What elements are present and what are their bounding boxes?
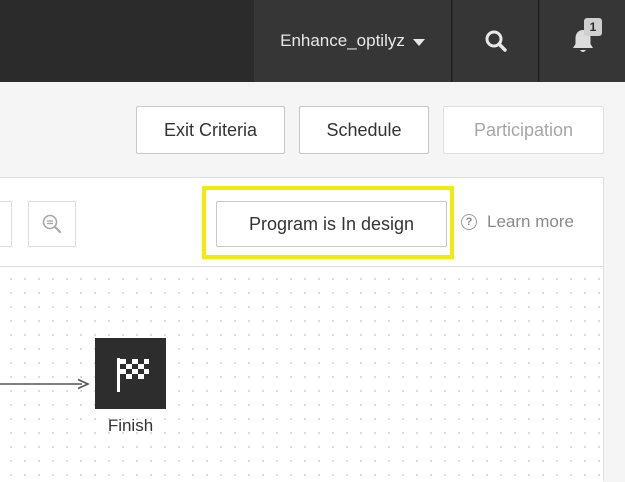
finish-node[interactable] xyxy=(95,338,166,409)
search-icon xyxy=(485,30,507,52)
top-navigation-bar: Enhance_optilyz 1 xyxy=(0,0,625,82)
program-header: Exit Criteria Schedule Participation xyxy=(0,82,625,178)
toolbar-button[interactable] xyxy=(0,201,12,247)
participation-button[interactable]: Participation xyxy=(443,106,604,154)
notifications-button[interactable]: 1 xyxy=(540,0,625,82)
help-icon: ? xyxy=(461,214,477,230)
caret-down-icon xyxy=(412,38,425,46)
notification-badge: 1 xyxy=(584,18,602,36)
schedule-button[interactable]: Schedule xyxy=(299,106,429,154)
checkered-flag-icon xyxy=(116,357,149,392)
arrow-right-icon xyxy=(0,378,90,390)
zoom-out-icon xyxy=(42,214,62,234)
program-canvas-panel: Program is In design ? Learn more Finish xyxy=(0,177,604,482)
zoom-out-button[interactable] xyxy=(28,201,76,247)
search-button[interactable] xyxy=(453,0,539,82)
program-status-button[interactable]: Program is In design xyxy=(216,201,447,247)
learn-more-label: Learn more xyxy=(487,212,574,231)
finish-label: Finish xyxy=(107,416,154,435)
exit-criteria-button[interactable]: Exit Criteria xyxy=(136,106,285,154)
flow-canvas[interactable]: Finish xyxy=(0,268,603,482)
canvas-toolbar: Program is In design ? Learn more xyxy=(0,178,603,267)
user-name: Enhance_optilyz xyxy=(280,31,405,50)
learn-more-link[interactable]: ? Learn more xyxy=(461,210,574,234)
user-menu[interactable]: Enhance_optilyz xyxy=(254,0,452,82)
